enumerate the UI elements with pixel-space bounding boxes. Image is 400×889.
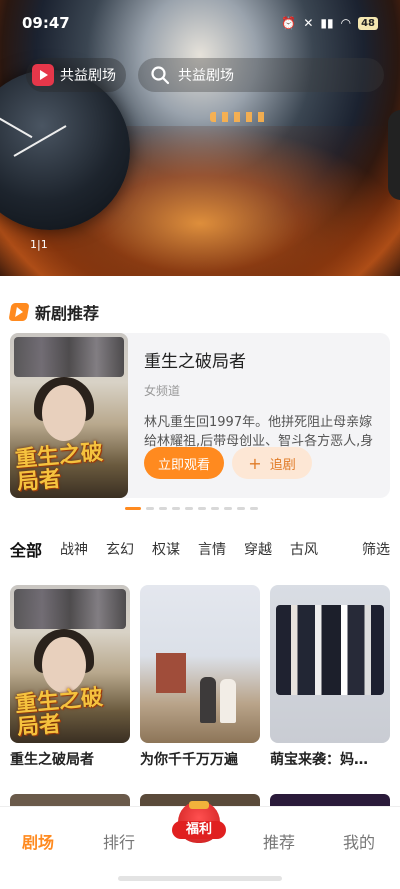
drama-name[interactable]: 萌宝来袭：妈… <box>270 749 390 769</box>
filter-zhanshen[interactable]: 战神 <box>60 539 88 559</box>
drama-card[interactable]: 为你千千万万遍 <box>140 585 260 769</box>
filter-quanmou[interactable]: 权谋 <box>152 539 180 559</box>
carousel-dot[interactable] <box>125 507 141 510</box>
filter-chuanyue[interactable]: 穿越 <box>244 539 272 559</box>
filter-xuanhuan[interactable]: 玄幻 <box>106 539 134 559</box>
mute-icon: ✕ <box>303 16 314 30</box>
cover-person-art <box>220 679 236 723</box>
follow-label: 追剧 <box>269 457 296 473</box>
filter-more-button[interactable]: 筛选 <box>362 539 390 559</box>
battery-icon: 48 <box>358 16 378 30</box>
carousel-dot[interactable] <box>185 507 193 510</box>
tab-welfare[interactable]: 福利 <box>172 801 226 845</box>
tab-mine[interactable]: 我的 <box>343 829 375 853</box>
carousel-dot[interactable] <box>211 507 219 510</box>
cover-cast-art <box>14 589 126 629</box>
genre-filter-bar: 全部 战神 玄幻 权谋 言情 穿越 古风 筛选 <box>10 538 390 560</box>
section-title: 新剧推荐 <box>35 304 100 323</box>
status-icons: ⏰ ✕ ▮▮ ◠ 48 <box>281 16 378 30</box>
hero-banner[interactable]: 1|1 <box>0 0 400 276</box>
signal-icon: ▮▮ <box>320 16 334 30</box>
recommend-cover[interactable]: 重生之破局者 <box>10 333 128 498</box>
recommend-genre: 女频道 <box>144 384 181 398</box>
drama-cover[interactable] <box>140 585 260 743</box>
tab-ranking[interactable]: 排行 <box>103 829 135 853</box>
watch-now-button[interactable]: 立即观看 <box>144 447 224 479</box>
follow-button[interactable]: + 追剧 <box>232 447 312 479</box>
drama-card[interactable]: 重生之破局者 重生之破局者 <box>10 585 130 769</box>
cover-face-art <box>42 637 86 693</box>
banner-edge-art <box>388 110 400 200</box>
app-logo[interactable]: 共益剧场 <box>26 58 126 92</box>
new-drama-header: 新剧推荐 <box>8 300 100 324</box>
tab-welfare-label: 福利 <box>172 821 226 839</box>
drama-name[interactable]: 为你千千万万遍 <box>140 749 260 769</box>
alarm-icon: ⏰ <box>281 16 297 30</box>
carousel-dot[interactable] <box>159 507 167 510</box>
carousel-dots <box>125 507 258 510</box>
filter-gufeng[interactable]: 古风 <box>290 539 318 559</box>
cover-face-art <box>42 385 86 441</box>
cover-title-art: 重生之破局者 <box>14 439 104 496</box>
app-logo-icon <box>32 64 54 86</box>
carousel-dot[interactable] <box>146 507 154 510</box>
carousel-dot[interactable] <box>224 507 232 510</box>
top-bar: 共益剧场 共益剧场 <box>0 58 400 94</box>
app-logo-text: 共益剧场 <box>60 68 116 84</box>
cover-cast-art <box>276 605 384 695</box>
tab-recommend[interactable]: 推荐 <box>263 829 295 853</box>
status-time: 09:47 <box>22 14 70 32</box>
cover-title-art: 重生之破局者 <box>14 684 104 741</box>
carousel-dot[interactable] <box>237 507 245 510</box>
recommend-description: 林凡重生回1997年。他拼死阻止母亲嫁给林耀祖,后带母创业、智斗各方恶人,身体… <box>144 415 374 449</box>
wifi-icon: ◠ <box>340 16 352 30</box>
drama-cover-partial[interactable] <box>10 794 130 806</box>
recommend-title[interactable]: 重生之破局者 <box>144 347 380 372</box>
search-icon <box>151 66 170 85</box>
carousel-dot[interactable] <box>198 507 206 510</box>
status-bar: 09:47 ⏰ ✕ ▮▮ ◠ 48 <box>22 14 378 34</box>
cover-person-art <box>200 677 216 723</box>
home-indicator <box>118 876 282 881</box>
banner-lights <box>210 112 270 122</box>
carousel-dot[interactable] <box>172 507 180 510</box>
carousel-dot[interactable] <box>250 507 258 510</box>
filter-yanqing[interactable]: 言情 <box>198 539 226 559</box>
drama-name[interactable]: 重生之破局者 <box>10 749 130 769</box>
bag-tie-icon <box>189 801 209 809</box>
watch-now-label: 立即观看 <box>157 457 210 473</box>
drama-cover-partial[interactable] <box>270 794 390 806</box>
cover-cast-art <box>14 337 124 377</box>
recommend-card[interactable]: 重生之破局者 重生之破局者 女频道 林凡重生回1997年。他拼死阻止母亲嫁给林耀… <box>10 333 390 498</box>
drama-cover[interactable]: 重生之破局者 <box>10 585 130 743</box>
search-placeholder: 共益剧场 <box>178 68 234 84</box>
search-bar[interactable]: 共益剧场 <box>138 58 384 92</box>
drama-card[interactable]: 萌宝来袭：妈… <box>270 585 390 769</box>
banner-page-indicator: 1|1 <box>30 238 48 251</box>
play-badge-icon <box>8 303 30 321</box>
cover-windmill-art <box>156 653 186 693</box>
plus-icon: + <box>248 453 262 473</box>
recommend-info: 重生之破局者 女频道 林凡重生回1997年。他拼死阻止母亲嫁给林耀祖,后带母创业… <box>144 347 380 451</box>
filter-all[interactable]: 全部 <box>10 537 42 561</box>
tab-theater[interactable]: 剧场 <box>22 829 54 853</box>
drama-cover[interactable] <box>270 585 390 743</box>
